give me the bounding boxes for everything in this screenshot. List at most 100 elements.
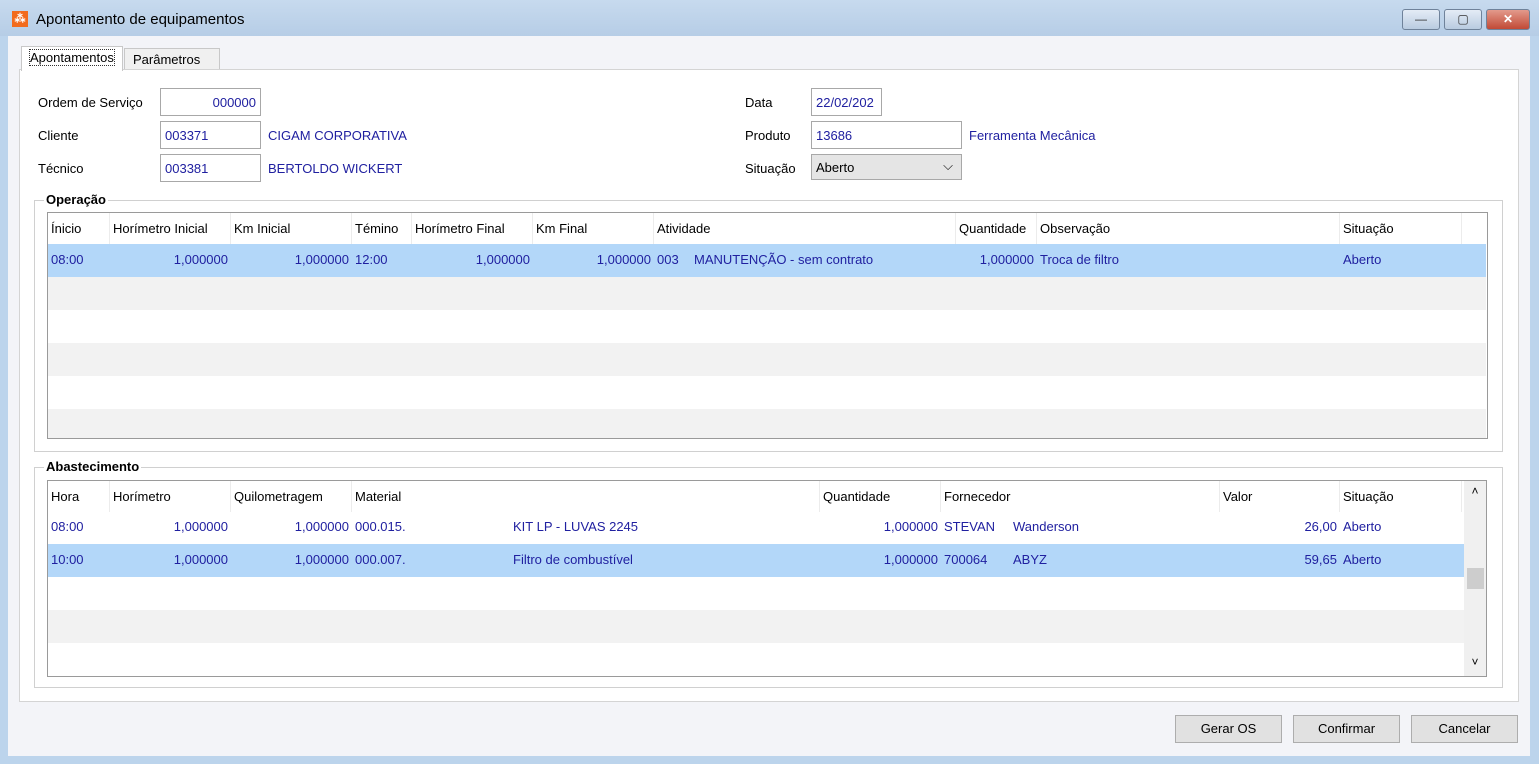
maximize-button[interactable]: ▢	[1444, 9, 1482, 30]
produto-label: Produto	[745, 128, 791, 143]
data-label: Data	[745, 95, 773, 110]
cell-situacao: Aberto	[1343, 252, 1382, 267]
table-row[interactable]: 08:00 1,000000 1,000000 000.015. KIT LP …	[48, 511, 1486, 544]
cell-atividade-code: 003	[657, 252, 679, 267]
tab-label: Apontamentos	[29, 49, 115, 66]
cell-fornecedor-code: STEVAN	[944, 519, 996, 534]
col-header[interactable]: Situação	[1340, 481, 1462, 512]
cell-quilometragem: 1,000000	[294, 552, 349, 567]
vertical-scrollbar[interactable]: ˄ ˅	[1464, 481, 1486, 676]
scroll-down-icon[interactable]: ˅	[1464, 655, 1486, 669]
tecnico-label: Técnico	[38, 161, 84, 176]
situacao-value: Aberto	[816, 160, 855, 175]
col-header[interactable]: Quilometragem	[231, 481, 352, 512]
cell-situacao: Aberto	[1343, 552, 1382, 567]
table-row[interactable]: 08:00 1,000000 1,000000 12:00 1,000000 1…	[48, 244, 1486, 277]
produto-input[interactable]: 13686	[811, 121, 962, 149]
cell-inicio: 08:00	[51, 252, 84, 267]
empty-row	[48, 310, 1486, 343]
cell-quantidade: 1,000000	[883, 519, 938, 534]
app-logo-icon: ⁂	[12, 11, 28, 27]
grid-header: Ínicio Horímetro Inicial Km Inicial Témi…	[48, 213, 1486, 244]
col-header[interactable]: Quantidade	[820, 481, 941, 512]
cell-horimetro-final: 1,000000	[475, 252, 530, 267]
empty-row	[48, 577, 1464, 610]
cell-material-name: Filtro de combustível	[513, 552, 633, 567]
cell-atividade-name: MANUTENÇÃO - sem contrato	[694, 252, 874, 267]
cell-quantidade: 1,000000	[883, 552, 938, 567]
scroll-up-icon[interactable]: ˄	[1464, 484, 1486, 498]
col-header[interactable]: Horímetro Final	[412, 213, 533, 244]
tab-apontamentos[interactable]: Apontamentos	[21, 46, 123, 71]
cell-km-inicial: 1,000000	[294, 252, 349, 267]
abastecimento-grid: Hora Horímetro Quilometragem Material Qu…	[47, 480, 1487, 677]
close-button[interactable]: ✕	[1486, 9, 1530, 30]
abastecimento-title: Abastecimento	[44, 459, 142, 474]
empty-row	[48, 343, 1486, 376]
col-header[interactable]: Témino	[352, 213, 412, 244]
tecnico-input[interactable]: 003381	[160, 154, 261, 182]
tab-parametros[interactable]: Parâmetros	[124, 48, 220, 70]
cliente-label: Cliente	[38, 128, 79, 143]
col-header[interactable]: Horímetro Inicial	[110, 213, 231, 244]
cell-horimetro: 1,000000	[173, 519, 228, 534]
scrollbar-thumb[interactable]	[1467, 568, 1484, 589]
empty-row	[48, 376, 1486, 409]
cell-fornecedor-name: Wanderson	[1013, 519, 1079, 534]
cell-material-name: KIT LP - LUVAS 2245	[513, 519, 639, 534]
gerar-os-button[interactable]: Gerar OS	[1175, 715, 1282, 743]
cell-valor: 26,00	[1304, 519, 1337, 534]
data-input[interactable]: 22/02/202	[811, 88, 882, 116]
col-header[interactable]: Km Final	[533, 213, 654, 244]
col-header[interactable]: Observação	[1037, 213, 1340, 244]
grid-header: Hora Horímetro Quilometragem Material Qu…	[48, 481, 1486, 512]
minimize-button[interactable]: —	[1402, 9, 1440, 30]
empty-row	[48, 409, 1486, 438]
window-title: Apontamento de equipamentos	[36, 11, 245, 28]
cell-valor: 59,65	[1304, 552, 1337, 567]
col-header[interactable]: Fornecedor	[941, 481, 1220, 512]
cell-hora: 10:00	[51, 552, 84, 567]
empty-row	[48, 277, 1486, 310]
situacao-select[interactable]: Aberto ⌵	[811, 154, 962, 180]
cell-fornecedor-code: 700064	[944, 552, 988, 567]
ordem-servico-input[interactable]: 000000	[160, 88, 261, 116]
cliente-input[interactable]: 003371	[160, 121, 261, 149]
cell-situacao: Aberto	[1343, 519, 1382, 534]
cell-quilometragem: 1,000000	[294, 519, 349, 534]
produto-name: Ferramenta Mecânica	[969, 128, 1096, 143]
title-bar: ⁂ Apontamento de equipamentos — ▢ ✕	[0, 0, 1539, 36]
col-header[interactable]: Material	[352, 481, 820, 512]
cell-horimetro-inicial: 1,000000	[173, 252, 228, 267]
cell-hora: 08:00	[51, 519, 84, 534]
col-header[interactable]: Km Inicial	[231, 213, 352, 244]
operacao-grid: Ínicio Horímetro Inicial Km Inicial Témi…	[47, 212, 1488, 439]
ordem-label: Ordem de Serviço	[38, 95, 143, 110]
col-header[interactable]: Quantidade	[956, 213, 1037, 244]
confirmar-button[interactable]: Confirmar	[1293, 715, 1400, 743]
empty-row	[48, 610, 1464, 643]
empty-row	[48, 643, 1464, 676]
chevron-down-icon: ⌵	[943, 158, 953, 173]
operacao-title: Operação	[44, 192, 108, 207]
cancelar-button[interactable]: Cancelar	[1411, 715, 1518, 743]
table-row[interactable]: 10:00 1,000000 1,000000 000.007. Filtro …	[48, 544, 1464, 577]
tecnico-name: BERTOLDO WICKERT	[268, 161, 403, 176]
col-header[interactable]: Hora	[48, 481, 110, 512]
cliente-name: CIGAM CORPORATIVA	[268, 128, 407, 143]
col-header[interactable]: Ínicio	[48, 213, 110, 244]
situacao-label: Situação	[745, 161, 796, 176]
col-header[interactable]: Situação	[1340, 213, 1462, 244]
cell-km-final: 1,000000	[596, 252, 651, 267]
cell-quantidade: 1,000000	[979, 252, 1034, 267]
tab-label: Parâmetros	[133, 52, 201, 67]
cell-fornecedor-name: ABYZ	[1013, 552, 1047, 567]
cell-observacao: Troca de filtro	[1040, 252, 1119, 267]
col-header[interactable]: Atividade	[654, 213, 956, 244]
cell-termino: 12:00	[355, 252, 388, 267]
col-header[interactable]: Horímetro	[110, 481, 231, 512]
col-header[interactable]: Valor	[1220, 481, 1340, 512]
cell-material-code: 000.007.	[355, 552, 406, 567]
cell-horimetro: 1,000000	[173, 552, 228, 567]
cell-material-code: 000.015.	[355, 519, 406, 534]
